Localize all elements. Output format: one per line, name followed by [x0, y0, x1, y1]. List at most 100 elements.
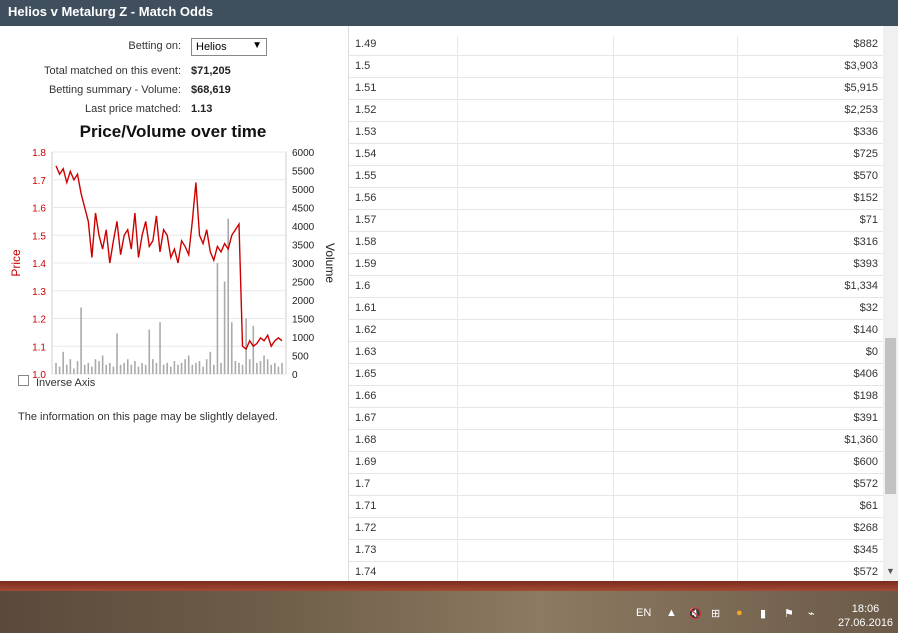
ladder-price: 1.65 [355, 368, 377, 380]
ladder-price: 1.55 [355, 170, 377, 182]
price-axis-label: Price [9, 249, 23, 277]
ladder-volume: $0 [865, 346, 878, 358]
ladder-row: 1.56 $152 [349, 188, 883, 210]
volume-tick-label: 6000 [292, 148, 315, 159]
ladder-price: 1.73 [355, 544, 377, 556]
ladder-price: 1.71 [355, 500, 377, 512]
volume-muted-icon[interactable]: 🔇 [688, 607, 702, 620]
left-panel: Betting on: Helios ▼ Total matched on th… [0, 26, 348, 581]
clock-date: 27.06.2016 [838, 617, 894, 629]
volume-tick-label: 0 [292, 370, 298, 381]
price-tick-label: 1.8 [32, 148, 46, 159]
price-tick-label: 1.7 [32, 176, 46, 187]
ladder-volume: $570 [853, 170, 878, 182]
ladder-volume: $5,915 [844, 82, 878, 94]
clock[interactable]: 18:06 27.06.2016 [838, 602, 893, 630]
signal-icon[interactable]: ▮ [760, 607, 766, 620]
window-title: Helios v Metalurg Z - Match Odds [0, 0, 898, 26]
ladder-scrollbar[interactable]: ▼ [883, 26, 898, 581]
ladder-volume: $32 [859, 302, 878, 314]
ladder-price: 1.49 [355, 38, 377, 50]
price-tick-label: 1.1 [32, 342, 46, 353]
ladder-row: 1.65 $406 [349, 364, 883, 386]
price-tick-label: 1.5 [32, 231, 46, 242]
ladder-price: 1.5 [355, 60, 371, 72]
ladder-price: 1.61 [355, 302, 377, 314]
tray-expand-icon[interactable]: ▲ [666, 607, 677, 619]
ladder-row: 1.71 $61 [349, 496, 883, 518]
volume-axis-label: Volume [323, 243, 337, 283]
volume-tick-label: 5000 [292, 185, 315, 196]
ladder-price: 1.68 [355, 434, 377, 446]
power-icon[interactable]: ⌁ [808, 607, 815, 620]
ladder-volume: $71 [859, 214, 878, 226]
ladder-price: 1.66 [355, 390, 377, 402]
price-ladder: 1.49 $882 1.5 $3,903 1.51 $5,915 1.52 $2,253 1.5… [348, 26, 883, 581]
price-tick-label: 1.4 [32, 259, 46, 270]
delay-info-text: The information on this page may be slig… [18, 411, 278, 423]
ladder-price: 1.52 [355, 104, 377, 116]
ladder-price: 1.6 [355, 280, 371, 292]
ladder-volume: $406 [853, 368, 878, 380]
volume-tick-label: 1500 [292, 315, 315, 326]
ladder-volume: $882 [853, 38, 878, 50]
ladder-price: 1.67 [355, 412, 377, 424]
volume-tick-label: 2000 [292, 296, 315, 307]
volume-tick-label: 3500 [292, 241, 315, 252]
ladder-price: 1.54 [355, 148, 377, 160]
app-tray-icon[interactable]: ● [736, 607, 743, 619]
inverse-axis-checkbox[interactable] [18, 375, 29, 386]
ladder-volume: $2,253 [844, 104, 878, 116]
betting-on-select[interactable]: Helios ▼ [191, 38, 267, 56]
ladder-row: 1.53 $336 [349, 122, 883, 144]
ladder-price: 1.63 [355, 346, 377, 358]
ladder-price: 1.69 [355, 456, 377, 468]
ladder-row: 1.59 $393 [349, 254, 883, 276]
ladder-price: 1.56 [355, 192, 377, 204]
ladder-price: 1.74 [355, 566, 377, 578]
ladder-price: 1.59 [355, 258, 377, 270]
ladder-volume: $198 [853, 390, 878, 402]
taskbar: EN ▲ 🔇 ⊞ ● ▮ ⚑ ⌁ 18:06 27.06.2016 [0, 591, 898, 633]
ladder-row: 1.54 $725 [349, 144, 883, 166]
price-volume-chart: 1.81.71.61.51.41.31.21.11.06000550050004… [9, 148, 337, 381]
ladder-row: 1.69 $600 [349, 452, 883, 474]
windows-icon[interactable]: ⊞ [711, 607, 720, 620]
price-tick-label: 1.6 [32, 204, 46, 215]
betting-on-value: Helios [196, 41, 227, 53]
ladder-price: 1.58 [355, 236, 377, 248]
volume-tick-label: 5500 [292, 167, 315, 178]
dropdown-arrow-icon: ▼ [252, 40, 262, 51]
ladder-volume: $1,334 [844, 280, 878, 292]
ladder-volume: $572 [853, 566, 878, 578]
summary-value: $68,619 [191, 84, 231, 96]
ladder-price: 1.53 [355, 126, 377, 138]
total-matched-value: $71,205 [191, 65, 231, 77]
chart-title: Price/Volume over time [79, 122, 267, 141]
ladder-price: 1.72 [355, 522, 377, 534]
price-tick-label: 1.3 [32, 287, 46, 298]
ladder-row: 1.55 $570 [349, 166, 883, 188]
flag-icon[interactable]: ⚑ [784, 607, 794, 620]
ladder-price: 1.57 [355, 214, 377, 226]
ladder-row: 1.66 $198 [349, 386, 883, 408]
ladder-row: 1.51 $5,915 [349, 78, 883, 100]
ladder-row: 1.57 $71 [349, 210, 883, 232]
scrollbar-thumb[interactable] [885, 338, 896, 494]
volume-tick-label: 4500 [292, 204, 315, 215]
price-tick-label: 1.2 [32, 315, 46, 326]
ladder-price: 1.51 [355, 82, 377, 94]
language-indicator[interactable]: EN [636, 607, 651, 619]
ladder-row: 1.74 $572 [349, 562, 883, 581]
volume-tick-label: 500 [292, 352, 309, 363]
ladder-volume: $1,360 [844, 434, 878, 446]
scroll-down-icon[interactable]: ▼ [886, 566, 895, 576]
ladder-row: 1.61 $32 [349, 298, 883, 320]
ladder-volume: $345 [853, 544, 878, 556]
ladder-row: 1.5 $3,903 [349, 56, 883, 78]
ladder-row: 1.7 $572 [349, 474, 883, 496]
ladder-volume: $725 [853, 148, 878, 160]
ladder-row: 1.6 $1,334 [349, 276, 883, 298]
ladder-row: 1.62 $140 [349, 320, 883, 342]
ladder-price: 1.7 [355, 478, 371, 490]
